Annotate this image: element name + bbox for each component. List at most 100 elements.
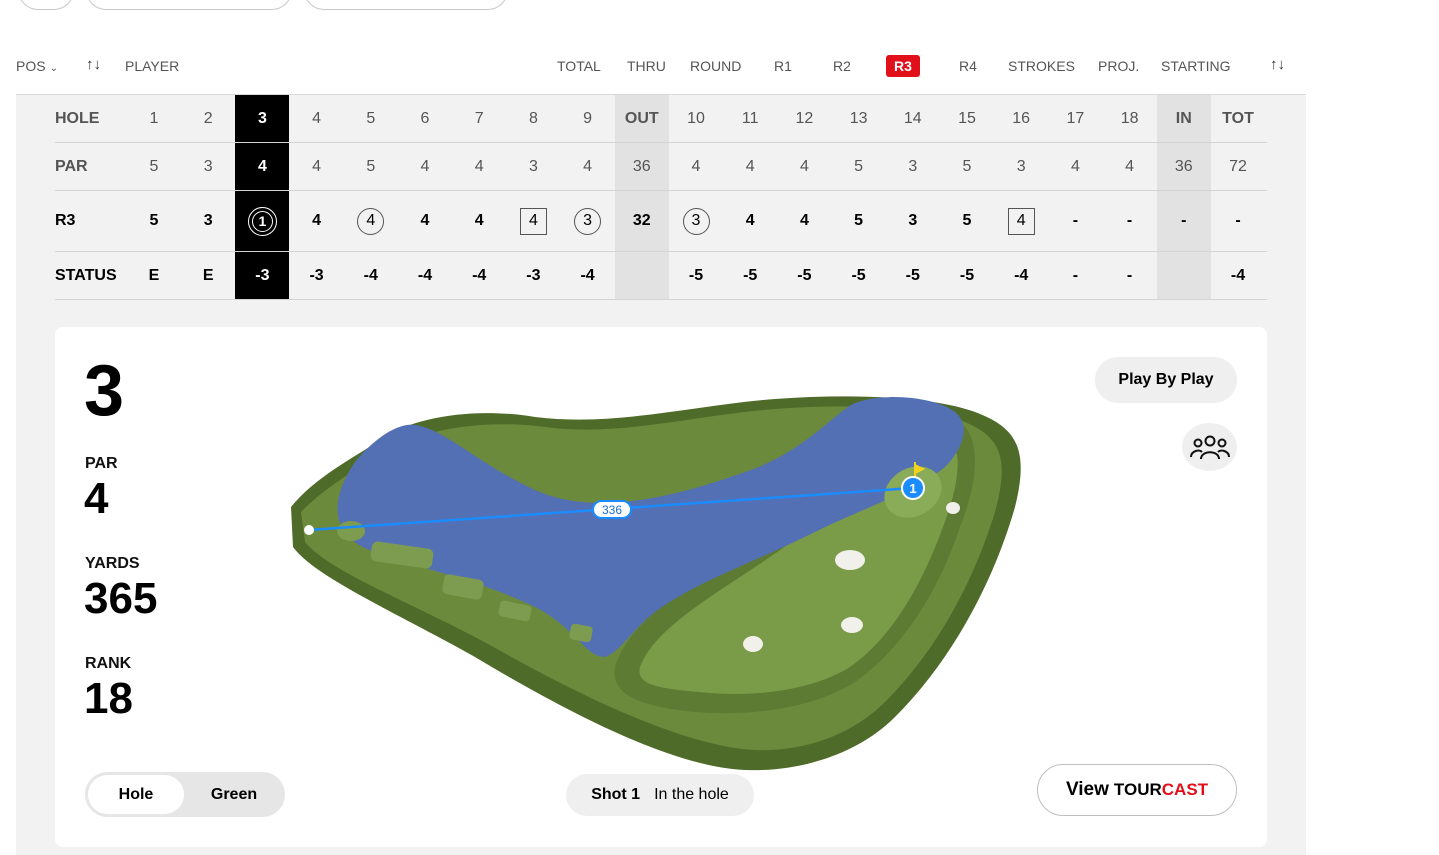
hole-cell: 1: [149, 109, 159, 127]
status-cell: -5: [959, 266, 975, 284]
status-cell: -4: [1230, 266, 1246, 284]
status-cell: -5: [905, 266, 920, 284]
birdie-marker: 3: [574, 207, 602, 235]
bunker: [743, 636, 763, 652]
pos-column-header[interactable]: POS ⌄: [16, 58, 58, 74]
status-cell: [614, 252, 669, 299]
hole-cell: 8: [528, 109, 538, 127]
round-score-cell: -: [1072, 212, 1079, 229]
hole-cell: OUT: [614, 95, 669, 142]
par-cell: 5: [366, 157, 376, 175]
play-by-play-button[interactable]: Play By Play: [1095, 357, 1237, 403]
starting-column-header[interactable]: STARTING: [1161, 58, 1231, 74]
shot-info-pill[interactable]: Shot 1 In the hole: [566, 774, 754, 816]
r2-column-header[interactable]: R2: [833, 58, 851, 74]
bogey-marker: 4: [1007, 207, 1035, 235]
par-cell: 36: [1156, 143, 1211, 190]
hole-cell: 10: [687, 109, 705, 127]
birdie-marker: 3: [682, 207, 710, 235]
shot-marker-label: 1: [909, 481, 916, 496]
sort-icon[interactable]: ↑↓: [1270, 56, 1290, 74]
status-cell: -4: [363, 266, 378, 284]
green-toggle-option[interactable]: Green: [186, 775, 282, 814]
chevron-down-icon: ⌄: [49, 63, 58, 74]
group-view-button[interactable]: [1182, 423, 1237, 471]
status-cell: -: [1126, 266, 1133, 284]
proj-column-header[interactable]: PROJ.: [1098, 58, 1139, 74]
status-cell: -4: [417, 266, 433, 284]
total-column-header[interactable]: TOTAL: [557, 58, 601, 74]
round-score-cell: 32: [614, 191, 669, 251]
round-score-cell: 1: [235, 191, 290, 251]
round-score-cell: -: [1235, 212, 1241, 229]
rank-value: 18: [84, 674, 133, 723]
hole-number: 3: [84, 351, 125, 431]
par-cell: 4: [745, 157, 755, 175]
par-cell: 3: [203, 157, 213, 175]
hole-cell: 12: [795, 109, 814, 127]
par-cell: 3: [528, 157, 538, 175]
par-cell: 4: [583, 157, 593, 175]
round-score-cell: 4: [474, 212, 484, 229]
round-score-cell: -: [1156, 191, 1211, 251]
round-column-header[interactable]: ROUND: [690, 58, 741, 74]
top-pill-1[interactable]: [18, 0, 74, 10]
par-cell: 4: [691, 157, 701, 175]
round-score-cell: 3: [669, 191, 723, 251]
status-cell: -3: [526, 266, 541, 284]
par-cell: 3: [1016, 157, 1026, 175]
birdie-marker: 4: [357, 207, 385, 235]
view-tourcast-button[interactable]: View TOURCAST: [1037, 764, 1237, 816]
top-pill-3[interactable]: [304, 0, 508, 10]
status-cell: E: [202, 266, 214, 284]
status-cell: E: [148, 266, 160, 284]
par-cell: 72: [1229, 157, 1247, 175]
thru-column-header[interactable]: THRU: [627, 58, 666, 74]
r1-column-header[interactable]: R1: [774, 58, 792, 74]
par-cell: 4: [420, 157, 430, 175]
par-cell: 4: [235, 143, 290, 190]
shot-result: In the hole: [654, 786, 729, 803]
hole-cell: 11: [741, 109, 759, 127]
tee-marker: [304, 525, 314, 535]
strokes-column-header[interactable]: STROKES: [1008, 58, 1075, 74]
hole-map[interactable]: 336 1: [285, 387, 1025, 777]
par-cell: 3: [908, 157, 918, 175]
round-score-cell: 4: [312, 212, 322, 229]
status-cell: -5: [797, 266, 812, 284]
shot-distance-label: 336: [602, 503, 622, 517]
status-cell: [1156, 252, 1211, 299]
par-row: PAR 5 3 4 4 5 4 4 3 4 36 4 4 4 5 3 5 3 4 4 36 72: [55, 143, 1267, 191]
round-score-cell: 3: [561, 191, 615, 251]
tourcast-cast-text: CAST: [1161, 780, 1209, 799]
hole-toggle-option[interactable]: Hole: [88, 775, 184, 814]
yards-value: 365: [84, 574, 158, 623]
eagle-score: 1: [251, 210, 273, 232]
leaderboard-header: POS ⌄ ↑↓ PLAYER TOTAL THRU ROUND R1 R2 R3…: [16, 50, 1306, 84]
hole-cell: TOT: [1222, 109, 1254, 127]
par-cell: 5: [149, 157, 159, 175]
par-cell: 5: [854, 157, 864, 175]
par-cell: 4: [312, 157, 322, 175]
player-column-header[interactable]: PLAYER: [125, 58, 179, 74]
status-row-label: STATUS: [55, 266, 117, 284]
eagle-marker: 1: [247, 206, 277, 236]
hole-card: 3 PAR 4 YARDS 365 RANK 18 336 1 Play By …: [55, 327, 1267, 847]
player-detail-panel: HOLE 1 2 3 4 5 6 7 8 9 OUT 10 11 12 13 14 15 16 17 18 IN TOT…: [16, 94, 1306, 855]
r3-column-header[interactable]: R3: [886, 55, 920, 77]
hole-cell: 5: [366, 109, 376, 127]
hole-cell: 3: [235, 95, 290, 142]
round-row-label: R3: [55, 212, 76, 229]
hole-cell: 4: [312, 109, 322, 127]
par-row-label: PAR: [55, 157, 88, 175]
hole-cell: 2: [203, 109, 213, 127]
yards-label: YARDS: [85, 555, 140, 572]
sort-icon[interactable]: ↑↓: [86, 56, 106, 74]
top-pill-2[interactable]: [86, 0, 292, 10]
group-icon: [1189, 435, 1230, 460]
r4-column-header[interactable]: R4: [959, 58, 977, 74]
hole-cell: 16: [1012, 109, 1031, 127]
pos-label: POS: [16, 58, 46, 74]
par-value: 4: [84, 474, 109, 523]
hole-cell: 13: [849, 109, 868, 127]
